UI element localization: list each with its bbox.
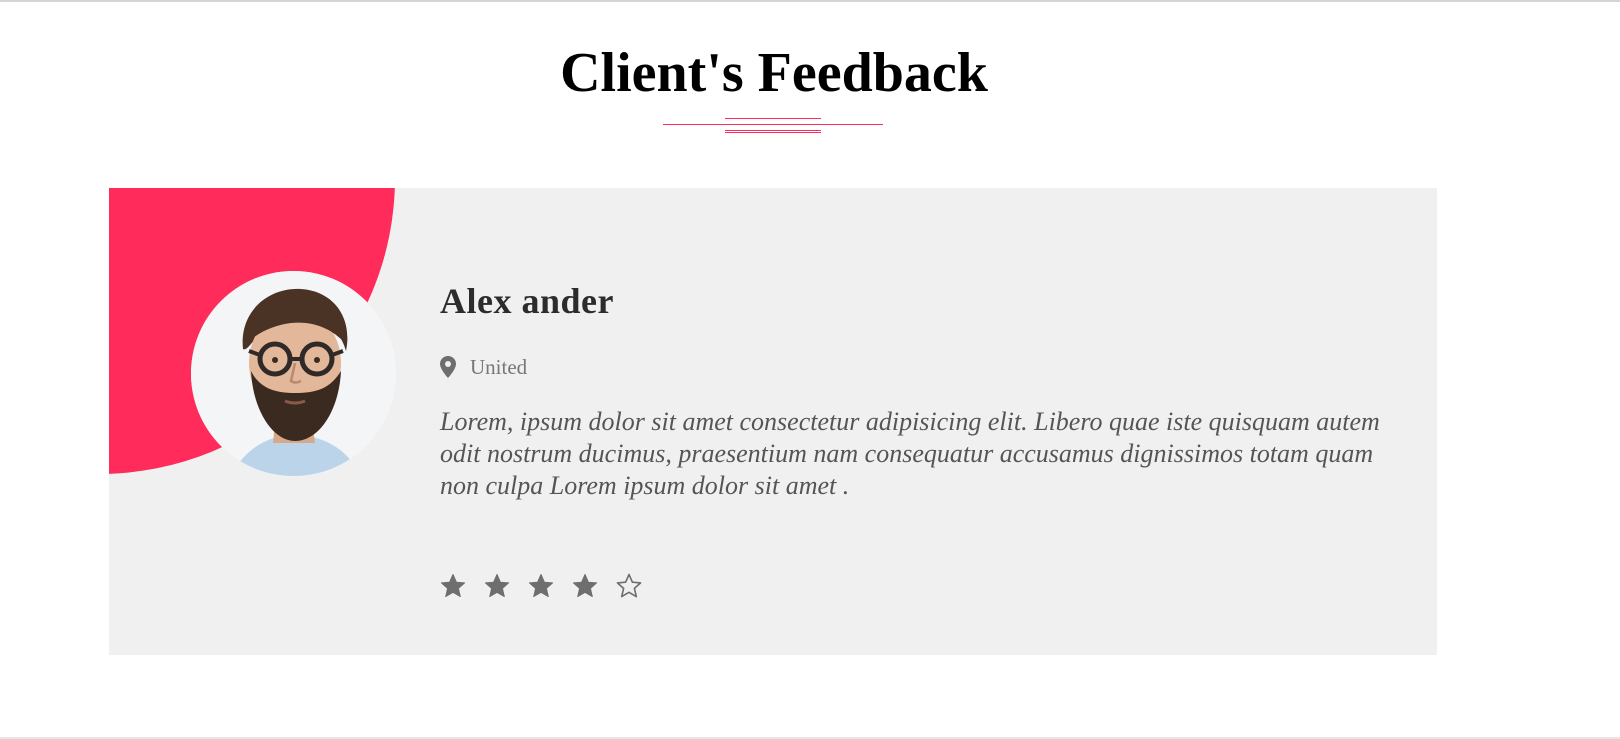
- underline-line-bottom-2: [725, 132, 821, 133]
- testimonial-card: Alex ander United Lorem, ipsum dolor sit…: [109, 188, 1437, 655]
- client-name: Alex ander: [440, 281, 614, 321]
- underline-line-middle: [663, 124, 883, 125]
- star-filled-icon: [572, 574, 598, 598]
- star-outline-icon: [616, 573, 642, 598]
- client-location: United: [440, 354, 527, 380]
- map-pin-icon: [440, 356, 456, 378]
- star-filled-icon: [440, 574, 466, 598]
- section-title: Client's Feedback: [560, 42, 988, 104]
- star-filled-icon: [528, 574, 554, 598]
- top-divider: [0, 0, 1620, 2]
- star-rating: [440, 573, 660, 599]
- underline-line-top: [725, 118, 821, 119]
- star-filled-icon: [484, 574, 510, 598]
- testimonial-quote: Lorem, ipsum dolor sit amet consectetur …: [440, 407, 1380, 500]
- location-text: United: [470, 355, 528, 379]
- underline-line-bottom: [725, 130, 821, 131]
- client-avatar: [191, 271, 396, 476]
